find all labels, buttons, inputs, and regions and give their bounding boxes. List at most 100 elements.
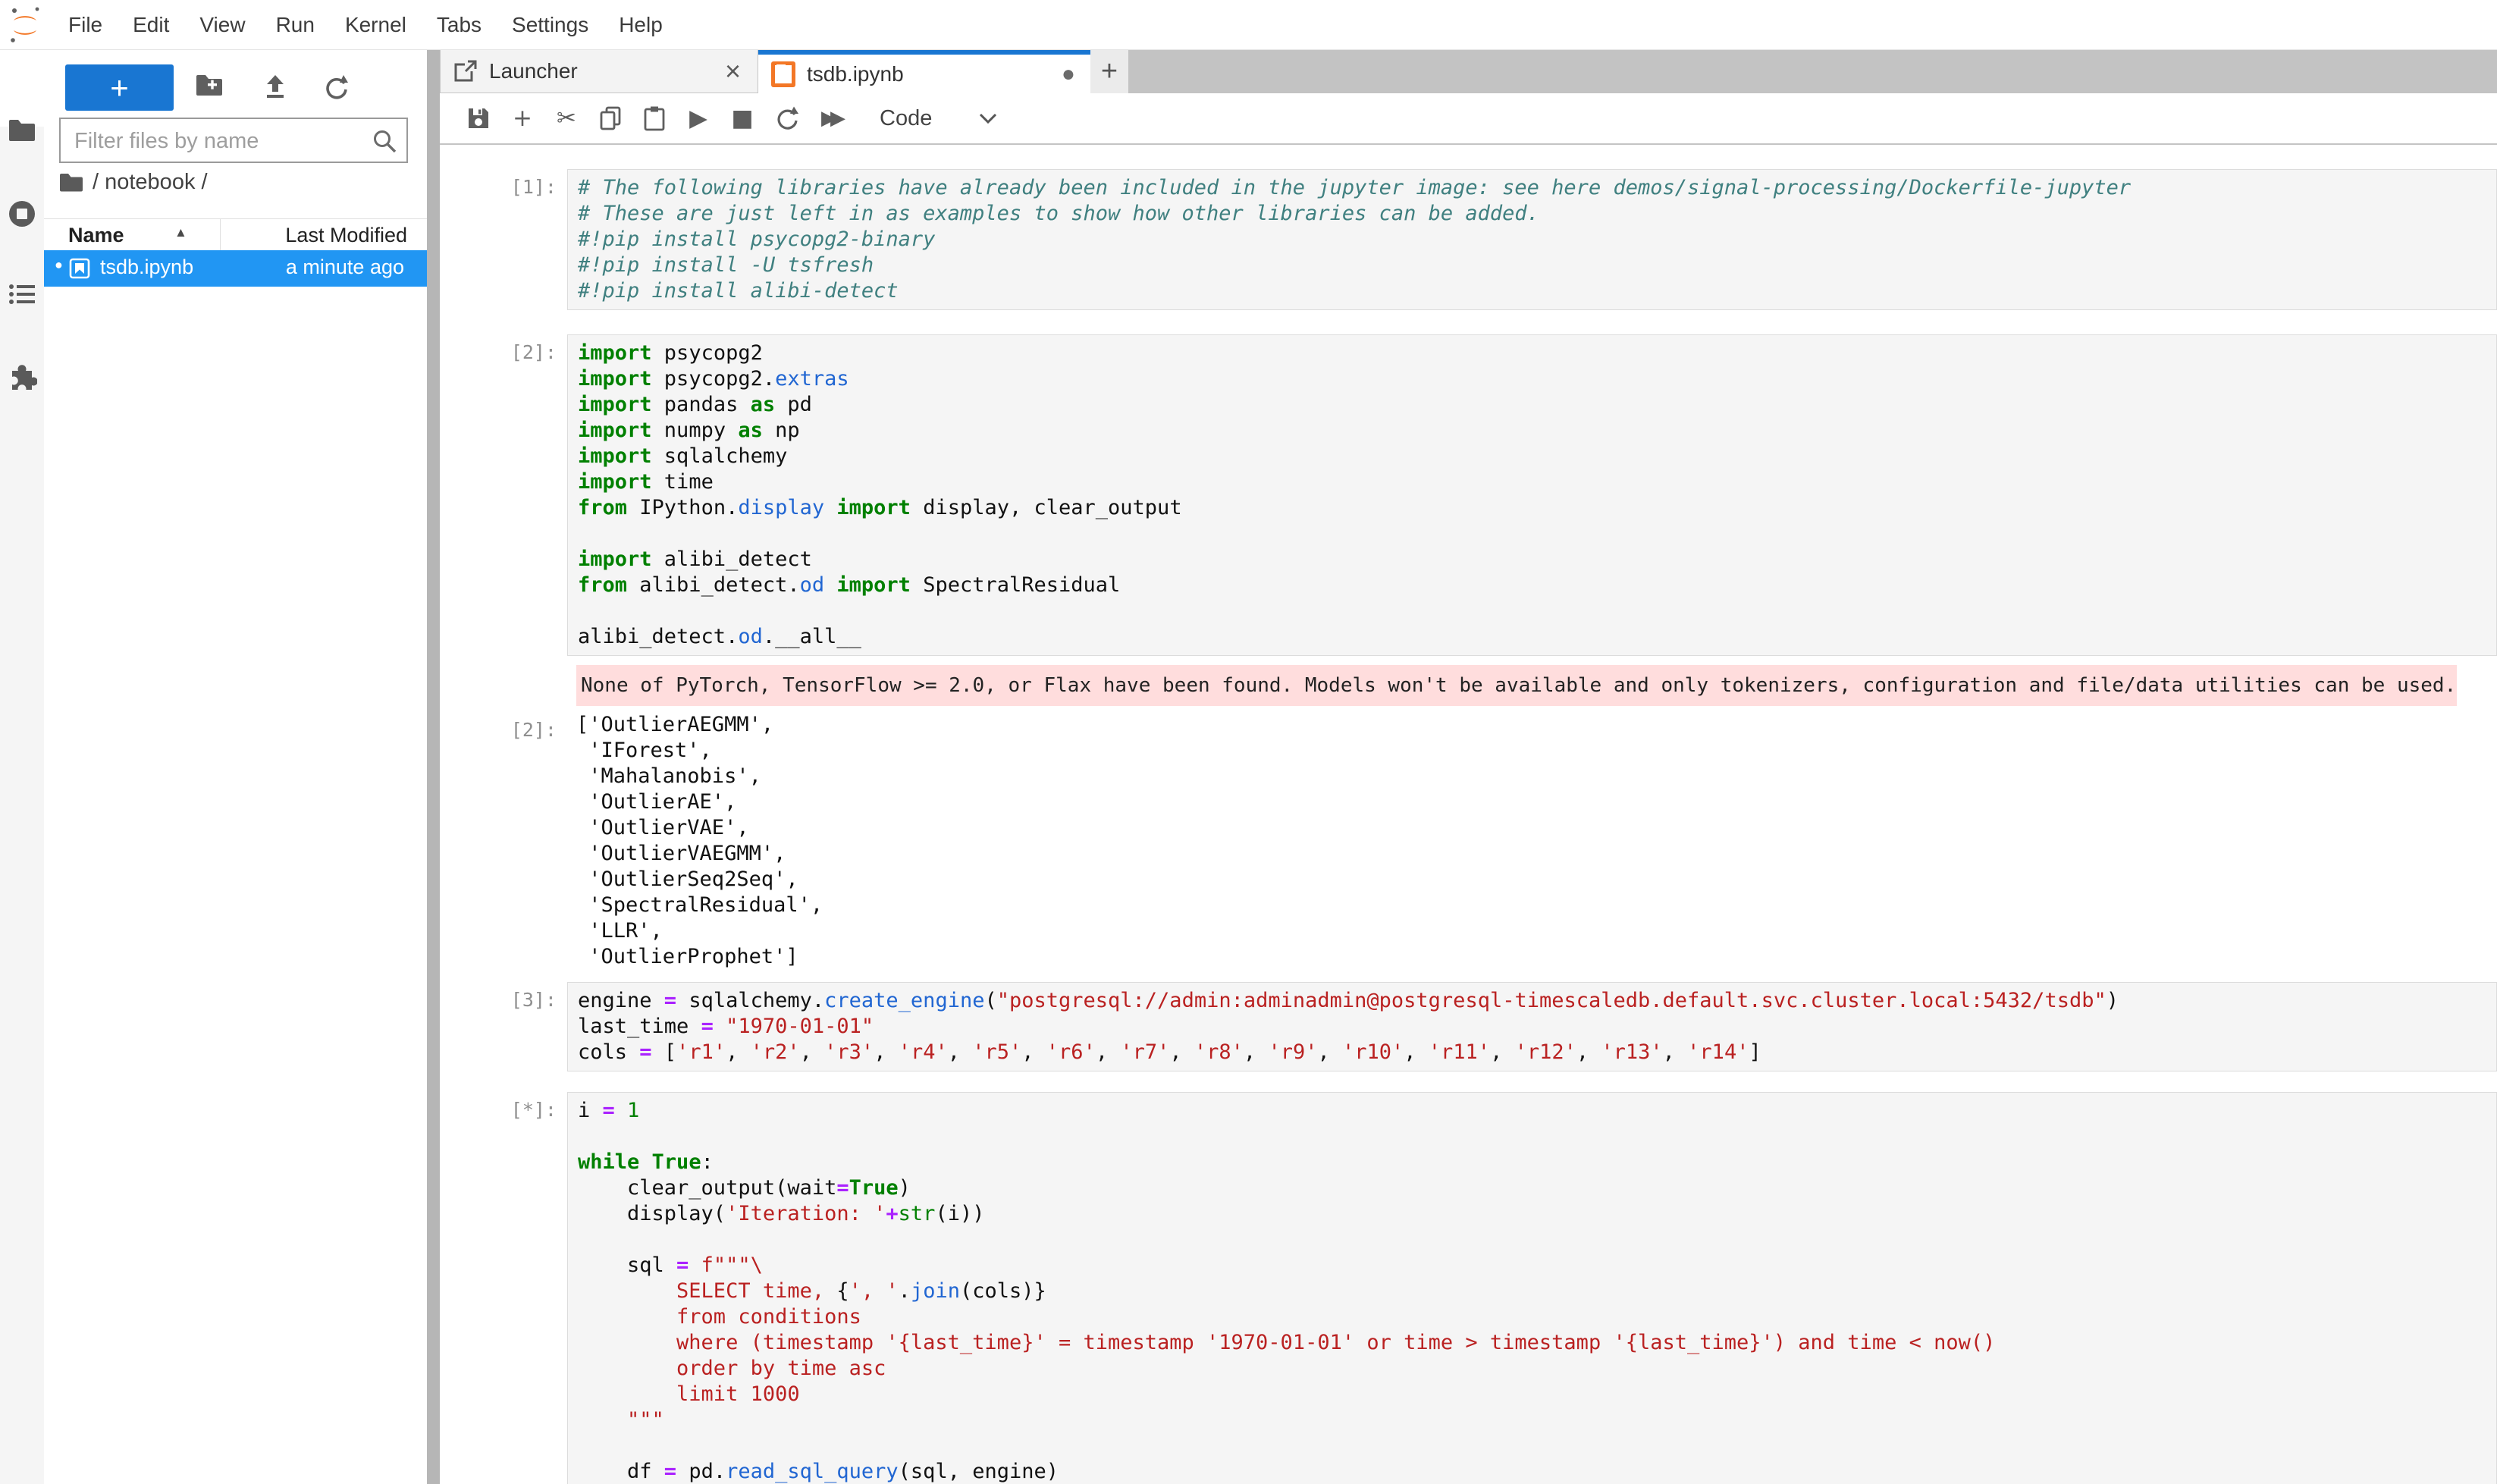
menu-bar: File Edit View Run Kernel Tabs Settings …: [0, 0, 2497, 50]
code-line: last_time = "1970-01-01": [578, 1014, 2496, 1040]
code-line: #!pip install alibi-detect: [578, 278, 2496, 304]
cell-editor[interactable]: # The following libraries have already b…: [567, 169, 2497, 310]
code-line: [578, 1227, 2496, 1253]
code-line: cols = ['r1', 'r2', 'r3', 'r4', 'r5', 'r…: [578, 1040, 2496, 1065]
close-icon[interactable]: ×: [720, 55, 745, 87]
new-folder-icon[interactable]: [196, 74, 223, 97]
tab-notebook-active[interactable]: tsdb.ipynb ●: [758, 50, 1090, 93]
cell-editor[interactable]: engine = sqlalchemy.create_engine("postg…: [567, 982, 2497, 1071]
menu-help[interactable]: Help: [604, 13, 678, 37]
menu-kernel[interactable]: Kernel: [330, 13, 422, 37]
menu-edit[interactable]: Edit: [118, 13, 184, 37]
cell-input-prompt: [*]:: [440, 1092, 567, 1484]
paste-cells-icon[interactable]: [632, 105, 676, 131]
code-line: import psycopg2.extras: [578, 366, 2496, 392]
code-line: SELECT time, {', '.join(cols)}: [578, 1278, 2496, 1304]
code-line: where (timestamp '{last_time}' = timesta…: [578, 1330, 2496, 1356]
menu-tabs[interactable]: Tabs: [422, 13, 497, 37]
chevron-down-icon[interactable]: [979, 113, 997, 124]
launcher-icon: [453, 58, 478, 84]
stderr-output: None of PyTorch, TensorFlow >= 2.0, or F…: [576, 665, 2457, 706]
restart-run-all-icon[interactable]: ▶▶: [808, 107, 858, 130]
dock-tab-bar: Launcher × tsdb.ipynb ● +: [440, 50, 2497, 93]
code-line: engine = sqlalchemy.create_engine("postg…: [578, 988, 2496, 1014]
file-browser-icon[interactable]: [0, 118, 44, 143]
upload-icon[interactable]: [262, 74, 288, 99]
stop-kernel-icon[interactable]: ■: [720, 105, 764, 132]
notebook-file-icon: [68, 257, 91, 280]
file-filter-input[interactable]: [73, 122, 364, 160]
file-browser-panel: + / notebook / Name: [44, 50, 427, 1484]
copy-cells-icon[interactable]: [588, 106, 632, 130]
code-line: from IPython.display import display, cle…: [578, 495, 2496, 521]
column-header-name[interactable]: Name: [68, 224, 124, 247]
code-line: [578, 1433, 2496, 1459]
code-line: """: [578, 1407, 2496, 1433]
code-line: df = pd.read_sql_query(sql, engine): [578, 1459, 2496, 1484]
file-name: tsdb.ipynb: [100, 256, 193, 279]
column-divider: [220, 219, 221, 250]
breadcrumb-path: / notebook /: [93, 170, 208, 195]
code-line: [578, 521, 2496, 547]
code-line: i = 1: [578, 1098, 2496, 1124]
restart-kernel-icon[interactable]: [764, 106, 808, 130]
code-line: alibi_detect.od.__all__: [578, 624, 2496, 650]
table-of-contents-icon[interactable]: [0, 281, 44, 307]
code-line: display('Iteration: '+str(i)): [578, 1201, 2496, 1227]
menu-file[interactable]: File: [53, 13, 118, 37]
kernel-running-bullet: ●: [55, 257, 63, 273]
file-list-header: Name ▲ Last Modified: [44, 218, 427, 251]
cell-input-prompt: [2]:: [440, 334, 567, 656]
extension-manager-icon[interactable]: [0, 359, 44, 390]
tab-launcher-label: Launcher: [489, 59, 578, 83]
code-line: from conditions: [578, 1304, 2496, 1330]
code-line: import psycopg2: [578, 340, 2496, 366]
code-line: clear_output(wait=True): [578, 1175, 2496, 1201]
tab-notebook-label: tsdb.ipynb: [807, 62, 904, 86]
cell-type-select[interactable]: Code: [880, 106, 932, 131]
menu-settings[interactable]: Settings: [497, 13, 604, 37]
cell-editor[interactable]: i = 1 while True: clear_output(wait=True)…: [567, 1092, 2497, 1484]
refresh-icon[interactable]: [323, 74, 349, 100]
running-kernels-icon[interactable]: [0, 199, 44, 228]
notebook-scroll-area[interactable]: [1]:# The following libraries have alrea…: [440, 145, 2497, 1484]
code-line: # The following libraries have already b…: [578, 175, 2496, 201]
cell-output-prompt: [2]:: [440, 712, 567, 970]
search-icon: [372, 128, 397, 154]
code-line: while True:: [578, 1150, 2496, 1175]
code-line: # These are just left in as examples to …: [578, 201, 2496, 227]
code-line: import pandas as pd: [578, 392, 2496, 418]
new-tab-button[interactable]: +: [1090, 50, 1128, 93]
cut-cells-icon[interactable]: ✂: [544, 105, 588, 132]
unsaved-changes-dot-icon[interactable]: ●: [1059, 61, 1078, 87]
code-cell[interactable]: [2]:import psycopg2import psycopg2.extra…: [440, 334, 2497, 970]
run-cell-icon[interactable]: ▶: [676, 105, 720, 132]
cell-editor[interactable]: import psycopg2import psycopg2.extrasimp…: [567, 334, 2497, 656]
breadcrumb[interactable]: / notebook /: [59, 170, 208, 195]
tab-launcher[interactable]: Launcher ×: [440, 50, 758, 93]
code-cell[interactable]: [1]:# The following libraries have alrea…: [440, 169, 2497, 310]
column-header-modified[interactable]: Last Modified: [285, 224, 407, 247]
file-modified: a minute ago: [286, 256, 404, 279]
file-row-selected[interactable]: ● tsdb.ipynb a minute ago: [44, 250, 427, 287]
code-line: from alibi_detect.od import SpectralResi…: [578, 573, 2496, 598]
code-line: import alibi_detect: [578, 547, 2496, 573]
menu-view[interactable]: View: [184, 13, 260, 37]
code-line: [578, 1124, 2496, 1150]
code-cell[interactable]: [*]: i = 1 while True: clear_output(wait=T…: [440, 1092, 2497, 1484]
left-activity-bar: [0, 50, 45, 1484]
cell-output-text: ['OutlierAEGMM', 'IForest', 'Mahalanobis…: [576, 712, 823, 970]
save-icon[interactable]: [456, 106, 500, 130]
code-line: import time: [578, 469, 2496, 495]
menu-run[interactable]: Run: [261, 13, 330, 37]
code-line: #!pip install psycopg2-binary: [578, 227, 2496, 253]
main-dock-panel: Launcher × tsdb.ipynb ● +: [440, 50, 2497, 1484]
code-line: order by time asc: [578, 1356, 2496, 1382]
code-cell[interactable]: [3]: engine = sqlalchemy.create_engine("p…: [440, 982, 2497, 1071]
new-launcher-button[interactable]: +: [65, 64, 174, 111]
file-filter-box: [59, 118, 408, 163]
cell-input-prompt: [3]:: [440, 982, 567, 1071]
code-line: sql = f"""\: [578, 1253, 2496, 1278]
add-cell-icon[interactable]: +: [500, 105, 544, 132]
panel-resize-handle[interactable]: [427, 50, 440, 1484]
